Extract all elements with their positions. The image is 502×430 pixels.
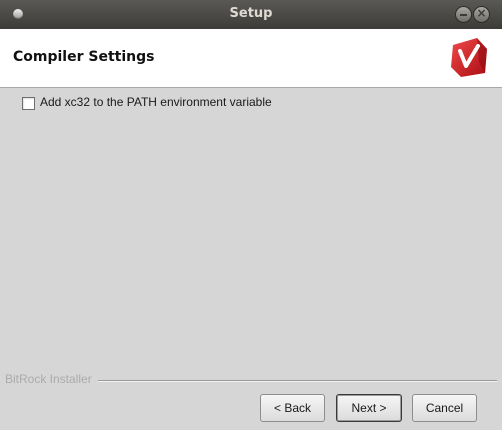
page-title: Compiler Settings	[13, 49, 155, 65]
bitrock-logo-icon	[451, 38, 487, 77]
minimize-button[interactable]	[455, 6, 472, 23]
close-button[interactable]: ×	[473, 6, 490, 23]
close-icon: ×	[476, 6, 487, 20]
installer-brand: BitRock Installer	[5, 372, 92, 386]
content-area: Add xc32 to the PATH environment variabl…	[0, 88, 502, 370]
back-button[interactable]: < Back	[260, 394, 325, 422]
separator-line	[98, 380, 497, 382]
cancel-button[interactable]: Cancel	[412, 394, 477, 422]
page-header: Compiler Settings	[0, 29, 502, 88]
window-title: Setup	[229, 6, 273, 21]
footer-separator: BitRock Installer	[0, 372, 502, 388]
next-button[interactable]: Next >	[336, 394, 402, 422]
setup-window: Setup × Compiler Settings Add xc32 to th…	[0, 0, 502, 430]
add-to-path-label[interactable]: Add xc32 to the PATH environment variabl…	[40, 95, 272, 109]
title-bar[interactable]: Setup ×	[0, 0, 502, 29]
add-to-path-checkbox[interactable]	[22, 97, 35, 110]
